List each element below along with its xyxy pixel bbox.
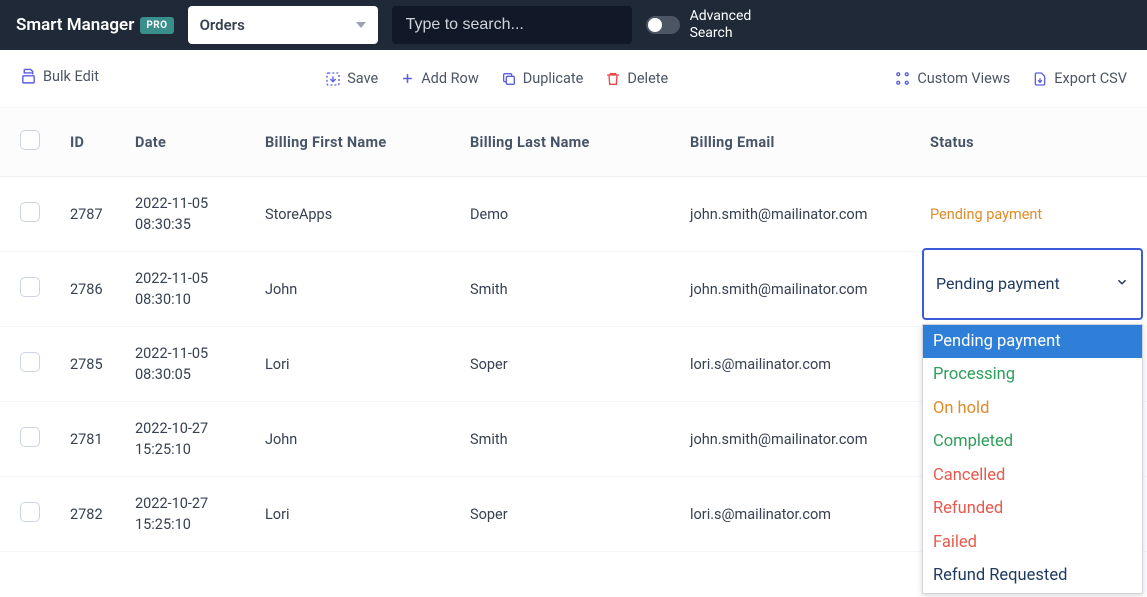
row-checkbox[interactable] (20, 502, 40, 522)
app-title: Smart Manager PRO (16, 15, 174, 35)
toggle-icon[interactable] (646, 16, 680, 34)
cell-id[interactable]: 2786 (60, 252, 125, 327)
app-name: Smart Manager (16, 15, 134, 35)
cell-date[interactable]: 2022-10-2715:25:10 (125, 477, 255, 552)
save-label: Save (347, 70, 378, 87)
status-option[interactable]: Refunded (923, 492, 1142, 526)
col-header-email[interactable]: Billing Email (680, 108, 920, 177)
bulk-edit-label: Bulk Edit (43, 68, 99, 85)
duplicate-icon (501, 71, 517, 87)
add-row-button[interactable]: Add Row (400, 70, 479, 87)
data-table-wrap: ID Date Billing First Name Billing Last … (0, 108, 1147, 552)
chevron-down-icon (1115, 274, 1129, 293)
cell-id[interactable]: 2782 (60, 477, 125, 552)
col-header-last[interactable]: Billing Last Name (460, 108, 680, 177)
chevron-down-icon (356, 22, 366, 28)
cell-email[interactable]: lori.s@mailinator.com (680, 327, 920, 402)
duplicate-label: Duplicate (523, 70, 584, 87)
col-header-first[interactable]: Billing First Name (255, 108, 460, 177)
cell-first-name[interactable]: Lori (255, 327, 460, 402)
advanced-search-label: AdvancedSearch (690, 8, 752, 42)
table-header-row: ID Date Billing First Name Billing Last … (0, 108, 1147, 177)
plus-icon (400, 71, 415, 86)
status-option[interactable]: Failed (923, 526, 1142, 560)
cell-date[interactable]: 2022-10-2715:25:10 (125, 402, 255, 477)
cell-first-name[interactable]: John (255, 402, 460, 477)
sliders-icon (894, 70, 911, 87)
status-dropdown-menu[interactable]: Pending paymentProcessingOn holdComplete… (922, 324, 1143, 595)
status-select-value: Pending payment (936, 274, 1060, 293)
cell-id[interactable]: 2787 (60, 177, 125, 252)
status-option[interactable]: Pending payment (923, 325, 1142, 359)
cell-last-name[interactable]: Soper (460, 327, 680, 402)
cell-first-name[interactable]: John (255, 252, 460, 327)
add-row-label: Add Row (421, 70, 479, 87)
pro-badge: PRO (140, 17, 173, 34)
bulk-edit-icon (20, 68, 37, 85)
entity-select[interactable]: Orders (188, 6, 378, 44)
cell-email[interactable]: john.smith@mailinator.com (680, 252, 920, 327)
row-checkbox[interactable] (20, 427, 40, 447)
cell-id[interactable]: 2785 (60, 327, 125, 402)
select-all-checkbox[interactable] (20, 130, 40, 150)
col-header-date[interactable]: Date (125, 108, 255, 177)
col-header-id[interactable]: ID (60, 108, 125, 177)
row-checkbox[interactable] (20, 352, 40, 372)
cell-id[interactable]: 2781 (60, 402, 125, 477)
col-header-status[interactable]: Status (920, 108, 1147, 177)
status-option[interactable]: Completed (923, 425, 1142, 459)
export-csv-button[interactable]: Export CSV (1032, 70, 1127, 87)
cell-email[interactable]: john.smith@mailinator.com (680, 402, 920, 477)
bulk-edit-button[interactable]: Bulk Edit (20, 68, 99, 85)
cell-date[interactable]: 2022-11-0508:30:10 (125, 252, 255, 327)
top-bar: Smart Manager PRO Orders AdvancedSearch (0, 0, 1147, 50)
entity-select-label: Orders (200, 16, 245, 34)
custom-views-button[interactable]: Custom Views (894, 70, 1010, 87)
row-checkbox[interactable] (20, 202, 40, 222)
save-button[interactable]: Save (325, 70, 378, 87)
status-option[interactable]: Processing (923, 358, 1142, 392)
toolbar: Bulk Edit Save Add Row Duplicate Delet (0, 50, 1147, 108)
cell-status[interactable]: Pending payment (920, 177, 1147, 252)
row-checkbox[interactable] (20, 277, 40, 297)
cell-email[interactable]: lori.s@mailinator.com (680, 477, 920, 552)
cell-email[interactable]: john.smith@mailinator.com (680, 177, 920, 252)
cell-date[interactable]: 2022-11-0508:30:05 (125, 327, 255, 402)
status-option[interactable]: Refund Requested (923, 559, 1142, 593)
cell-last-name[interactable]: Smith (460, 402, 680, 477)
export-csv-label: Export CSV (1054, 70, 1127, 87)
status-option[interactable]: On hold (923, 392, 1142, 426)
table-row: 27872022-11-0508:30:35StoreAppsDemojohn.… (0, 177, 1147, 252)
delete-button[interactable]: Delete (605, 70, 668, 87)
search-input[interactable] (392, 6, 632, 44)
cell-first-name[interactable]: StoreApps (255, 177, 460, 252)
cell-last-name[interactable]: Demo (460, 177, 680, 252)
trash-icon (605, 71, 621, 87)
cell-first-name[interactable]: Lori (255, 477, 460, 552)
custom-views-label: Custom Views (917, 70, 1010, 87)
cell-date[interactable]: 2022-11-0508:30:35 (125, 177, 255, 252)
advanced-search[interactable]: AdvancedSearch (646, 8, 752, 42)
export-icon (1032, 71, 1048, 87)
status-option[interactable]: Cancelled (923, 459, 1142, 493)
save-icon (325, 71, 341, 87)
duplicate-button[interactable]: Duplicate (501, 70, 584, 87)
delete-label: Delete (627, 70, 668, 87)
cell-last-name[interactable]: Soper (460, 477, 680, 552)
status-select[interactable]: Pending payment (922, 248, 1143, 320)
cell-last-name[interactable]: Smith (460, 252, 680, 327)
